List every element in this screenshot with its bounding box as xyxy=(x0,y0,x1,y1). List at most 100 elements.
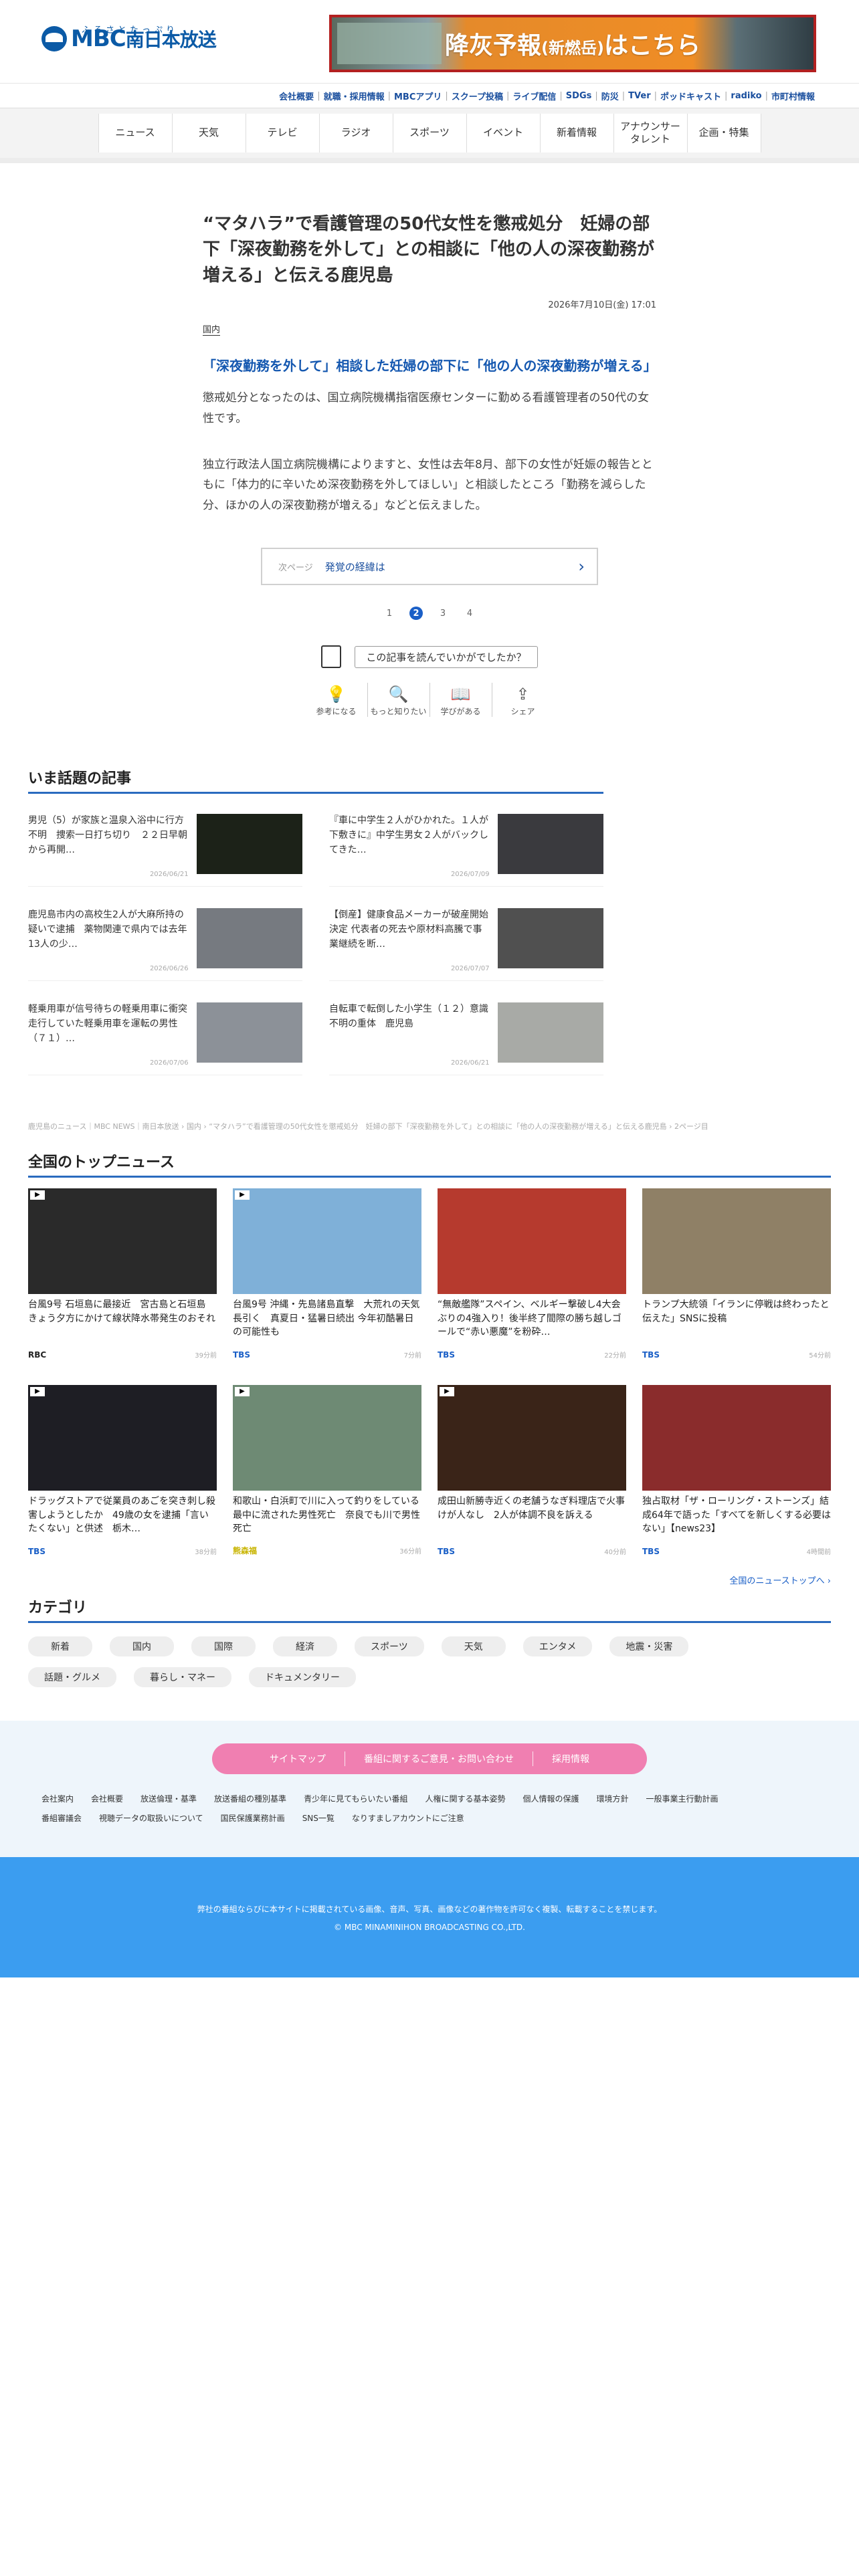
utility-link[interactable]: 市町村情報 xyxy=(771,90,815,102)
category-chip[interactable]: 国際 xyxy=(191,1636,256,1657)
footer-pill-link[interactable]: 番組に関するご意見・お問い合わせ xyxy=(364,1752,514,1765)
next-page-button[interactable]: 次ページ 発覚の経緯は › xyxy=(261,548,598,586)
footer-link[interactable]: 個人情報の保護 xyxy=(522,1793,579,1804)
footer-bottom: 弊社の番組ならびに本サイトに掲載されている画像、音声、写真、画像などの著作物を許… xyxy=(0,1857,859,1978)
footer-link[interactable]: なりすましアカウントにご注意 xyxy=(352,1812,464,1824)
category-chip[interactable]: エンタメ xyxy=(522,1636,593,1657)
utility-link[interactable]: 防災 xyxy=(601,90,619,102)
trending-thumbnail xyxy=(497,1002,603,1063)
trending-thumbnail xyxy=(196,814,302,875)
trending-text: 軽乗用車が信号待ちの軽乗用車に衝突 走行していた軽乗用車を運転の男性（７１）… 2… xyxy=(28,1002,197,1075)
more-news-link[interactable]: 全国のニューストップへ › xyxy=(28,1574,831,1586)
article-date: 2026年7月10日(金) 17:01 xyxy=(548,300,656,311)
trending-item[interactable]: 自転車で転倒した小学生（１２）意識不明の重体 鹿児島 2026/06/21 xyxy=(329,1002,603,1076)
site-logo[interactable]: ふるさとたっぷり MBC南日本放送 xyxy=(41,25,217,52)
footer-pill-link[interactable]: サイトマップ xyxy=(270,1752,326,1765)
search-icon: 🔍 xyxy=(388,685,409,704)
footer-link[interactable]: 番組審議会 xyxy=(41,1812,82,1824)
site-header: ふるさとたっぷり MBC南日本放送 降灰予報(新燃岳)はこちら xyxy=(0,0,859,84)
footer-link[interactable]: 放送番組の種別基準 xyxy=(214,1793,286,1804)
page-number[interactable]: 1 xyxy=(383,607,396,620)
nav-item[interactable]: アナウンサー タレント xyxy=(614,114,688,152)
utility-link[interactable]: ポッドキャスト xyxy=(660,90,721,102)
footer-link[interactable]: 一般事業主行動計画 xyxy=(646,1793,719,1804)
nav-item[interactable]: ラジオ xyxy=(320,114,393,152)
news-card[interactable]: ▶ 和歌山・白浜町で川に入って釣りをしている最中に流された男性死亡 奈良でも川で男… xyxy=(233,1385,421,1566)
news-source: RBC xyxy=(28,1350,47,1360)
categories-section: カテゴリ 新着 国内 国際 経済 スポーツ 天気 エンタメ 地震・災害 話題・グルメ 暮らし・マネ… xyxy=(28,1596,831,1688)
news-card-meta: TBS 4時間前 xyxy=(642,1546,831,1557)
news-card-title: 台風9号 石垣島に最接近 宮古島と石垣島 きょう夕方にかけて線状降水帯発生のおそ… xyxy=(28,1299,215,1324)
separator: | xyxy=(559,90,563,101)
page-number[interactable]: 3 xyxy=(436,607,450,620)
nav-item[interactable]: イベント xyxy=(467,114,541,152)
trending-item[interactable]: 男児（5）が家族と温泉入浴中に行方不明 捜索一日打ち切り ２２日早朝から再開… 2… xyxy=(28,814,302,887)
category-chip[interactable]: スポーツ xyxy=(355,1636,424,1657)
footer-link[interactable]: 視聴データの取扱いについて xyxy=(99,1812,203,1824)
trending-item[interactable]: 『車に中学生２人がひかれた。１人が下敷きに』中学生男女２人がバックしてきた… 20… xyxy=(329,814,603,887)
banner-link: はこちら xyxy=(603,32,700,60)
reaction-button[interactable]: 🔍 もっと知りたい xyxy=(368,683,430,718)
feedback-prompt: この記事を読んでいかがでしたか？ xyxy=(203,645,656,669)
trending-item[interactable]: 鹿児島市内の高校生2人が大麻所持の疑いで逮捕 薬物関連で県内では去年13人の少…… xyxy=(28,908,302,982)
article-category-link[interactable]: 国内 xyxy=(203,322,221,336)
footer-pill-link[interactable]: 採用情報 xyxy=(552,1752,589,1765)
news-card[interactable]: ▶ ドラッグストアで従業員のあごを突き刺し殺害しようとしたか 49歳の女を逮捕「言… xyxy=(28,1385,217,1566)
trending-thumbnail xyxy=(196,908,302,969)
footer-link[interactable]: 青少年に見てもらいたい番組 xyxy=(304,1793,407,1804)
category-chip[interactable]: 経済 xyxy=(273,1636,337,1657)
utility-link[interactable]: radiko xyxy=(731,91,761,101)
page-number[interactable]: 4 xyxy=(463,607,476,620)
news-card[interactable]: 独占取材「ザ・ローリング・ストーンズ」結成64年で語った「すべてを新しくする必要… xyxy=(642,1385,831,1566)
category-chip[interactable]: 国内 xyxy=(110,1636,174,1657)
news-date: 36分前 xyxy=(399,1548,421,1556)
trending-item[interactable]: 【倒産】健康食品メーカーが破産開始決定 代表者の死去や原材料高騰で事業継続を断…… xyxy=(329,908,603,982)
utility-link[interactable]: SDGs xyxy=(566,91,592,101)
reaction-button[interactable]: 💡 参考になる xyxy=(306,683,368,718)
utility-link[interactable]: スクープ投稿 xyxy=(452,90,503,102)
category-chip[interactable]: 話題・グルメ xyxy=(28,1667,116,1688)
reaction-label: シェア xyxy=(510,707,535,717)
footer-link[interactable]: 会社案内 xyxy=(41,1793,74,1804)
footer-link[interactable]: 会社概要 xyxy=(91,1793,123,1804)
news-card[interactable]: ▶ 台風9号 石垣島に最接近 宮古島と石垣島 きょう夕方にかけて線状降水帯発生のお… xyxy=(28,1188,217,1369)
footer-link[interactable]: SNS一覧 xyxy=(302,1812,335,1824)
footer-link[interactable]: 環境方針 xyxy=(597,1793,629,1804)
news-thumbnail xyxy=(642,1385,831,1491)
news-thumbnail: ▶ xyxy=(233,1385,421,1491)
document-check-icon xyxy=(321,645,342,669)
news-card[interactable]: “無敵艦隊”スペイン、ベルギー撃破し4大会ぶりの4強入り！後半終了間際の勝ち越し… xyxy=(438,1188,626,1369)
utility-link[interactable]: MBCアプリ xyxy=(394,90,442,102)
footer-link[interactable]: 国民保護業務計画 xyxy=(221,1812,285,1824)
logo-mark-icon xyxy=(41,26,67,51)
news-card[interactable]: トランプ大統領「イランに停戦は終わったと伝えた」SNSに投稿 TBS 54分前 xyxy=(642,1188,831,1369)
category-chip[interactable]: 暮らし・マネー xyxy=(134,1667,231,1688)
category-chip[interactable]: 天気 xyxy=(441,1636,506,1657)
utility-link[interactable]: ライブ配信 xyxy=(512,90,556,102)
reaction-button[interactable]: ⇪ シェア xyxy=(492,683,554,717)
ash-forecast-banner[interactable]: 降灰予報(新燃岳)はこちら xyxy=(329,15,816,72)
nav-item[interactable]: 新着情報 xyxy=(541,114,614,152)
trending-thumbnail xyxy=(497,908,603,969)
utility-link[interactable]: 会社概要 xyxy=(279,90,314,102)
utility-link[interactable]: 就職・採用情報 xyxy=(324,90,385,102)
category-chip[interactable]: 新着 xyxy=(28,1636,92,1657)
nav-item[interactable]: 天気 xyxy=(173,114,246,152)
nav-item[interactable]: テレビ xyxy=(246,114,320,152)
page-number[interactable]: 2 xyxy=(409,607,423,621)
news-card[interactable]: ▶ 台風9号 沖縄・先島諸島直撃 大荒れの天気長引く 真夏日・猛暑日続出 今年初酷… xyxy=(233,1188,421,1369)
news-card[interactable]: ▶ 成田山新勝寺近くの老舗うなぎ料理店で火事 けが人なし 2人が体調不良を訴える T… xyxy=(438,1385,626,1566)
footer-link[interactable]: 放送倫理・基準 xyxy=(140,1793,197,1804)
banner-map-image xyxy=(337,23,442,64)
nav-item[interactable]: 企画・特集 xyxy=(688,114,761,152)
nav-item[interactable]: スポーツ xyxy=(393,114,467,152)
breadcrumb: 鹿児島のニュース｜MBC NEWS｜南日本放送 › 国内 › “マタハラ”で看護… xyxy=(28,1122,708,1132)
logo-tagline: ふるさとたっぷり xyxy=(82,25,179,35)
utility-link[interactable]: TVer xyxy=(628,91,650,101)
category-chip[interactable]: 地震・災害 xyxy=(609,1636,689,1657)
nav-item[interactable]: ニュース xyxy=(99,114,173,152)
footer-link[interactable]: 人権に関する基本姿勢 xyxy=(425,1793,505,1804)
trending-item[interactable]: 軽乗用車が信号待ちの軽乗用車に衝突 走行していた軽乗用車を運転の男性（７１）… 2… xyxy=(28,1002,302,1076)
reaction-button[interactable]: 📖 学びがある xyxy=(430,683,492,718)
category-chip[interactable]: ドキュメンタリー xyxy=(249,1667,356,1688)
